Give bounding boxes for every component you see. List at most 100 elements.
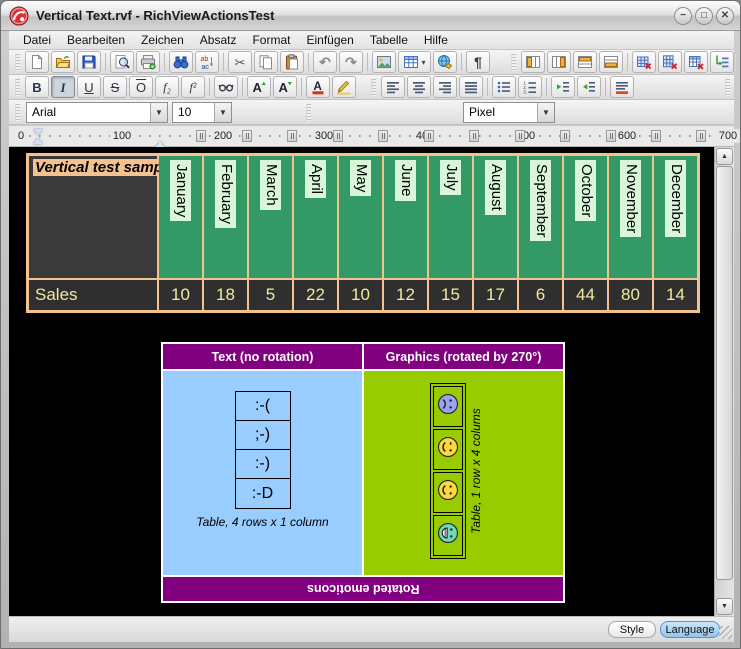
month-cell[interactable]: April xyxy=(294,156,337,278)
shrink-font-button[interactable]: A xyxy=(273,76,297,98)
increase-indent-button[interactable] xyxy=(577,76,601,98)
replace-button[interactable]: abac xyxy=(195,51,219,73)
minimize-button[interactable]: − xyxy=(674,7,692,25)
month-cell[interactable]: November xyxy=(609,156,652,278)
paragraph-shading-button[interactable] xyxy=(610,76,634,98)
find-button[interactable] xyxy=(169,51,193,73)
delete-table-button[interactable] xyxy=(684,51,708,73)
scroll-up-button[interactable]: ▲ xyxy=(716,148,733,165)
table-column-marker[interactable] xyxy=(424,130,434,142)
toolbar-grip[interactable] xyxy=(735,54,736,71)
dropdown-arrow-icon[interactable]: ▼ xyxy=(214,103,231,122)
inner-graphics-table[interactable] xyxy=(430,383,466,559)
insert-picture-button[interactable] xyxy=(372,51,396,73)
month-cell[interactable]: May xyxy=(339,156,382,278)
month-cell[interactable]: September xyxy=(519,156,562,278)
copy-button[interactable] xyxy=(254,51,278,73)
text-emoticons-cell[interactable]: :-(;-):-):-D Table, 4 rows x 1 column xyxy=(163,371,362,575)
toolbar-grip[interactable] xyxy=(371,79,376,96)
new-document-button[interactable] xyxy=(25,51,49,73)
strikethrough-button[interactable]: S xyxy=(103,76,127,98)
sales-value-cell[interactable]: 6 xyxy=(519,280,562,310)
document-canvas[interactable]: Vertical test sampleJanuaryFebruaryMarch… xyxy=(9,147,714,616)
emoticon-text-cell[interactable]: :-) xyxy=(236,450,290,479)
style-button[interactable]: Style xyxy=(608,621,656,638)
menu-datei[interactable]: Datei xyxy=(15,31,59,50)
vertical-scrollbar[interactable]: ▲ ▼ xyxy=(714,147,734,616)
paste-button[interactable] xyxy=(280,51,304,73)
close-button[interactable]: ✕ xyxy=(716,7,734,25)
numbering-button[interactable]: 1.2.3. xyxy=(518,76,542,98)
scroll-down-button[interactable]: ▼ xyxy=(716,598,733,615)
cut-button[interactable]: ✂ xyxy=(228,51,252,73)
sales-value-cell[interactable]: 10 xyxy=(339,280,382,310)
menu-zeichen[interactable]: Zeichen xyxy=(133,31,192,50)
align-center-button[interactable] xyxy=(407,76,431,98)
insert-table-button[interactable]: ▾ xyxy=(398,51,431,73)
delete-rows-button[interactable] xyxy=(632,51,656,73)
dropdown-arrow-icon[interactable]: ▼ xyxy=(150,103,167,122)
italic-button[interactable]: I xyxy=(51,76,75,98)
emoticons-table[interactable]: Text (no rotation) Graphics (rotated by … xyxy=(161,342,565,603)
table-column-marker[interactable] xyxy=(515,130,525,142)
highlight-button[interactable] xyxy=(332,76,356,98)
inner-text-table[interactable]: :-(;-):-):-D xyxy=(235,391,291,509)
font-size-combo[interactable]: 10 ▼ xyxy=(172,102,232,123)
sales-value-cell[interactable]: 80 xyxy=(609,280,652,310)
insert-row-above-button[interactable] xyxy=(573,51,597,73)
align-justify-button[interactable] xyxy=(459,76,483,98)
font-name-combo[interactable]: Arial ▼ xyxy=(26,102,168,123)
smiley-cell[interactable] xyxy=(433,386,463,427)
print-preview-button[interactable] xyxy=(110,51,134,73)
menu-tabelle[interactable]: Tabelle xyxy=(362,31,416,50)
language-button[interactable]: Language xyxy=(660,621,720,638)
graphic-emoticons-cell[interactable]: Table, 1 row x 4 colums xyxy=(364,371,563,575)
maximize-button[interactable]: □ xyxy=(695,7,713,25)
insert-row-below-button[interactable] xyxy=(599,51,623,73)
table-column-marker[interactable] xyxy=(378,130,388,142)
sales-value-cell[interactable]: 44 xyxy=(564,280,607,310)
insert-table-dropdown-arrow-icon[interactable]: ▾ xyxy=(421,58,425,67)
sales-value-cell[interactable]: 22 xyxy=(294,280,337,310)
table-column-marker[interactable] xyxy=(469,130,479,142)
delete-columns-button[interactable] xyxy=(658,51,682,73)
table-column-marker[interactable] xyxy=(333,130,343,142)
align-right-button[interactable] xyxy=(433,76,457,98)
insert-column-left-button[interactable] xyxy=(521,51,545,73)
menu-hilfe[interactable]: Hilfe xyxy=(416,31,456,50)
sales-value-cell[interactable]: 10 xyxy=(159,280,202,310)
month-cell[interactable]: July xyxy=(429,156,472,278)
toolbar-grip[interactable] xyxy=(15,104,20,121)
month-cell[interactable]: October xyxy=(564,156,607,278)
paragraph-marks-button[interactable]: ¶ xyxy=(466,51,490,73)
decrease-indent-button[interactable] xyxy=(551,76,575,98)
emoticon-text-cell[interactable]: :-( xyxy=(236,392,290,421)
align-left-button[interactable] xyxy=(381,76,405,98)
underline-button[interactable]: U xyxy=(77,76,101,98)
resize-grip[interactable] xyxy=(719,626,732,639)
grow-font-button[interactable]: A xyxy=(247,76,271,98)
menu-absatz[interactable]: Absatz xyxy=(192,31,245,50)
font-color-button[interactable]: A xyxy=(306,76,330,98)
table-column-marker[interactable] xyxy=(651,130,661,142)
undo-button[interactable]: ↶ xyxy=(313,51,337,73)
toolbar-grip[interactable] xyxy=(725,79,730,96)
open-button[interactable] xyxy=(51,51,75,73)
toolbar-grip[interactable] xyxy=(511,54,516,71)
smiley-cell[interactable] xyxy=(433,515,463,556)
sales-value-cell[interactable]: 17 xyxy=(474,280,517,310)
table-column-marker[interactable] xyxy=(606,130,616,142)
month-cell[interactable]: December xyxy=(654,156,697,278)
sales-value-cell[interactable]: 15 xyxy=(429,280,472,310)
table-column-marker[interactable] xyxy=(560,130,570,142)
sales-label-cell[interactable]: Sales xyxy=(29,280,157,310)
toolbar-grip[interactable] xyxy=(15,79,20,96)
print-button[interactable] xyxy=(136,51,160,73)
bold-button[interactable]: B xyxy=(25,76,49,98)
sales-value-cell[interactable]: 5 xyxy=(249,280,292,310)
sales-value-cell[interactable]: 14 xyxy=(654,280,697,310)
month-cell[interactable]: February xyxy=(204,156,247,278)
month-cell[interactable]: June xyxy=(384,156,427,278)
unit-combo[interactable]: Pixel ▼ xyxy=(463,102,555,123)
month-cell[interactable]: August xyxy=(474,156,517,278)
